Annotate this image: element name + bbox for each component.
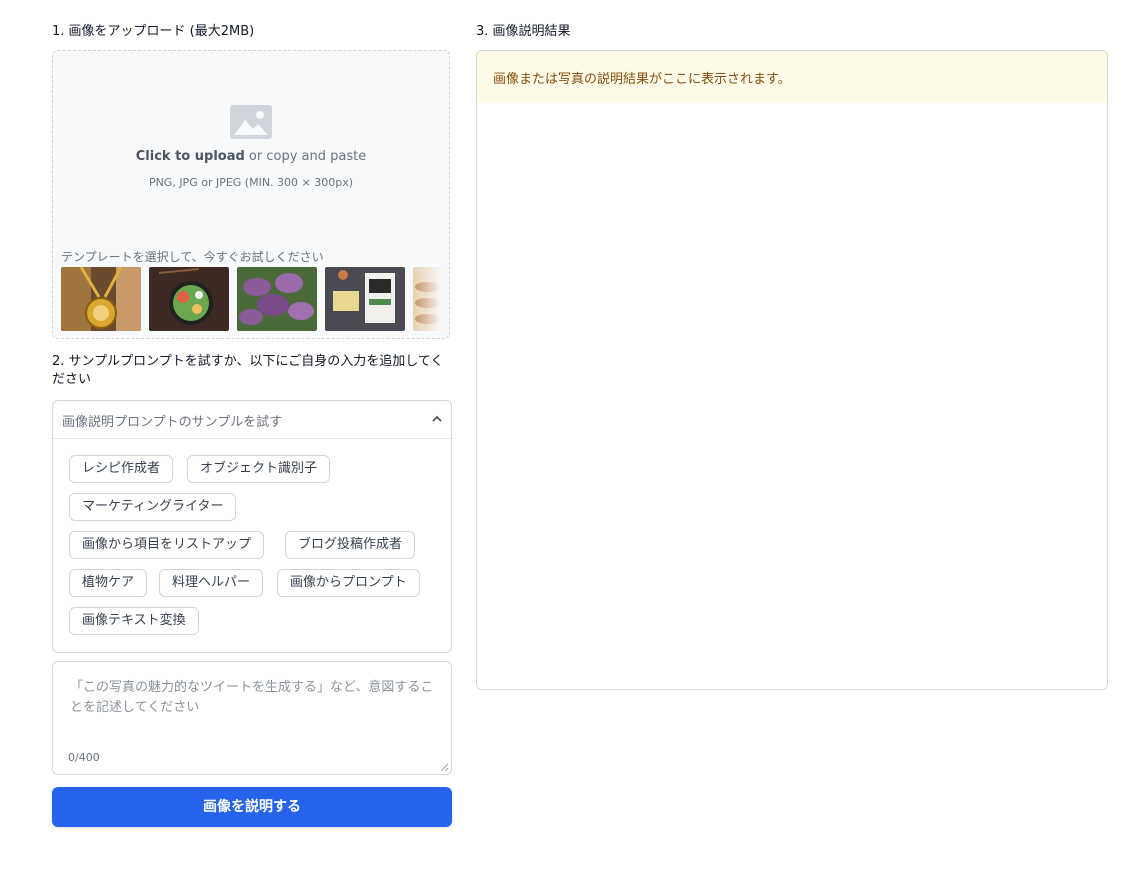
chevron-up-icon	[432, 415, 442, 422]
upload-dropzone[interactable]: Click to upload or copy and paste PNG, J…	[52, 50, 450, 339]
image-icon	[230, 105, 272, 139]
chip-recipe-creator[interactable]: レシピ作成者	[69, 455, 174, 483]
describe-image-button[interactable]: 画像を説明する	[52, 787, 452, 827]
click-to-upload-link[interactable]: Click to upload	[136, 149, 245, 164]
chip-image-to-text[interactable]: 画像テキスト変換	[69, 607, 199, 635]
template-thumb-pendant[interactable]	[61, 267, 141, 331]
template-thumb-package[interactable]	[325, 267, 405, 331]
thumbnails-fade	[413, 267, 441, 331]
copy-paste-text: or copy and paste	[244, 149, 367, 164]
character-counter: 0/400	[68, 751, 100, 764]
result-panel: 画像または写真の説明結果がここに表示されます。	[476, 50, 1108, 690]
resize-handle-icon[interactable]	[440, 763, 449, 772]
upload-format-hint: PNG, JPG or JPEG (MIN. 300 × 300px)	[148, 176, 354, 189]
chip-list-items[interactable]: 画像から項目をリストアップ	[69, 531, 265, 559]
chip-marketing-writer[interactable]: マーケティングライター	[69, 493, 237, 521]
template-thumbnails	[61, 267, 441, 331]
chip-cooking-helper[interactable]: 料理ヘルパー	[159, 569, 264, 597]
sample-prompts-header: 画像説明プロンプトのサンプルを試す	[62, 415, 283, 430]
chip-blog-writer[interactable]: ブログ投稿作成者	[285, 531, 416, 559]
sample-prompts-toggle[interactable]: 画像説明プロンプトのサンプルを試す	[53, 401, 451, 439]
prompt-placeholder: 「この写真の魅力的なツイートを生成する」など、意図することを記述してください	[70, 680, 434, 715]
template-thumb-plant[interactable]	[237, 267, 317, 331]
result-notice: 画像または写真の説明結果がここに表示されます。	[477, 51, 1107, 103]
upload-section-title: 1. 画像をアップロード (最大2MB)	[52, 24, 255, 39]
result-notice-text: 画像または写真の説明結果がここに表示されます。	[493, 72, 791, 87]
result-section-title: 3. 画像説明結果	[476, 24, 571, 39]
chip-object-identifier[interactable]: オブジェクト識別子	[187, 455, 331, 483]
sample-prompts-accordion: 画像説明プロンプトのサンプルを試す レシピ作成者 オブジェクト識別子 マーケティ…	[52, 400, 452, 653]
template-label: テンプレートを選択して、今すぐお試しください	[61, 250, 324, 264]
chip-image-to-prompt[interactable]: 画像からプロンプト	[277, 569, 420, 597]
template-thumb-food-bowl[interactable]	[149, 267, 229, 331]
prompt-section-title: 2. サンプルプロンプトを試すか、以下にご自身の入力を追加してください	[52, 354, 444, 387]
chip-plant-care[interactable]: 植物ケア	[69, 569, 148, 597]
prompt-input[interactable]: 「この写真の魅力的なツイートを生成する」など、意図することを記述してください 0…	[52, 661, 452, 775]
upload-instructions: Click to upload or copy and paste	[53, 149, 449, 164]
